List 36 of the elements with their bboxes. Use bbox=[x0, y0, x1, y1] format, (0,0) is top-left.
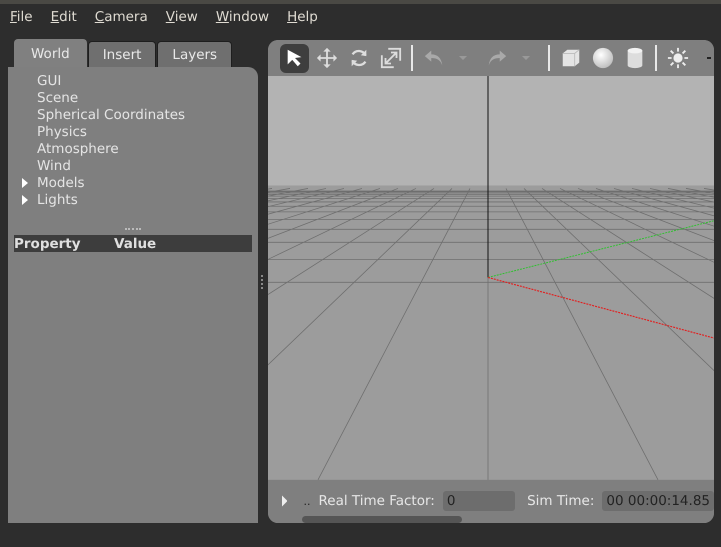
sphere-icon bbox=[592, 47, 614, 70]
tree-item[interactable]: Wind bbox=[37, 158, 71, 174]
column-header: Value bbox=[114, 236, 158, 252]
overflow-icon[interactable] bbox=[707, 57, 711, 60]
tab[interactable]: Layers bbox=[157, 41, 232, 67]
menu-item[interactable]: File bbox=[10, 9, 33, 25]
splitter-handle[interactable] bbox=[261, 274, 265, 288]
sun-icon bbox=[666, 47, 688, 70]
four-way-arrow-icon bbox=[316, 47, 338, 70]
menu-item[interactable]: Camera bbox=[94, 9, 148, 25]
column-header: Property bbox=[14, 236, 82, 252]
more-button[interactable]: .. bbox=[303, 494, 310, 508]
tree-item[interactable]: Lights bbox=[37, 192, 78, 208]
pointer-tool[interactable] bbox=[280, 44, 309, 73]
tree-item[interactable]: Scene bbox=[37, 90, 78, 106]
tree-item[interactable]: Models bbox=[37, 174, 85, 190]
tree-item[interactable]: Spherical Coordinates bbox=[37, 106, 186, 122]
play-icon[interactable] bbox=[282, 494, 288, 508]
menu-item[interactable]: Help bbox=[287, 9, 318, 25]
menu-item[interactable]: Edit bbox=[50, 9, 77, 25]
splitter-handle[interactable] bbox=[125, 228, 141, 232]
tab[interactable]: Insert bbox=[88, 41, 156, 67]
sim-time-label: Sim Time: bbox=[527, 493, 594, 509]
menu-item[interactable]: View bbox=[166, 9, 198, 25]
resize-arrow-icon bbox=[380, 47, 402, 70]
tree-item[interactable]: Physics bbox=[37, 124, 87, 140]
real-time-factor-label: Real Time Factor: bbox=[318, 493, 435, 509]
sim-time-field: 00 00:00:14.85 bbox=[602, 491, 714, 511]
expand-arrow-icon[interactable] bbox=[22, 178, 28, 188]
expand-arrow-icon[interactable] bbox=[22, 194, 28, 204]
scrollbar-thumb[interactable] bbox=[302, 516, 462, 523]
real-time-factor-field: 0 bbox=[442, 491, 516, 511]
menu-item[interactable]: Window bbox=[216, 9, 270, 25]
tree-item[interactable]: Atmosphere bbox=[37, 140, 119, 156]
tree-item[interactable]: GUI bbox=[37, 72, 62, 88]
tab[interactable]: World bbox=[14, 39, 87, 67]
